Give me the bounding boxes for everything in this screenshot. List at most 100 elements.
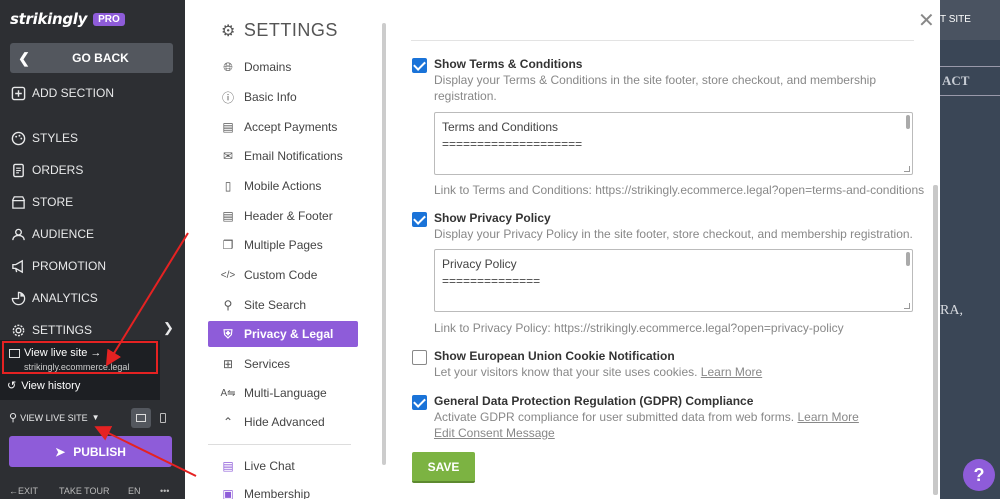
sidebar-item-label: STORE — [32, 195, 74, 209]
sidebar-item-orders[interactable]: ORDERS — [10, 160, 83, 180]
textarea-line: Terms and Conditions — [442, 120, 559, 134]
nav-item-accept-payments[interactable]: ▤ Accept Payments — [208, 114, 358, 140]
gdpr-learn-more-link[interactable]: Learn More — [797, 410, 858, 424]
nav-item-label: Header & Footer — [244, 209, 333, 223]
window-icon — [9, 349, 20, 358]
view-live-site-dropdown[interactable]: ⚲ VIEW LIVE SITE ▼ — [9, 411, 100, 424]
sidebar-item-label: ANALYTICS — [32, 291, 98, 305]
terms-link: Link to Terms and Conditions: https://st… — [434, 183, 925, 197]
exit-button[interactable]: ← EXIT — [9, 486, 38, 496]
gdpr-checkbox[interactable] — [412, 395, 427, 410]
language-icon: A⇋ — [220, 387, 236, 399]
sidebar-item-audience[interactable]: AUDIENCE — [10, 224, 94, 244]
view-live-popup: View live site → strikingly.ecommerce.le… — [0, 340, 160, 400]
language-button[interactable]: EN — [128, 486, 141, 496]
cookie-desc-text: Let your visitors know that your site us… — [434, 365, 698, 379]
nav-item-label: Hide Advanced — [244, 415, 325, 429]
terms-checkbox[interactable] — [412, 58, 427, 73]
view-history-link[interactable]: ↺ View history — [7, 379, 80, 393]
sidebar-item-analytics[interactable]: ANALYTICS — [10, 288, 98, 308]
gdpr-description: Activate GDPR compliance for user submit… — [434, 409, 924, 441]
terms-textarea[interactable]: Terms and Conditions ===================… — [434, 112, 913, 175]
nav-item-membership[interactable]: ▣ Membership — [208, 481, 358, 499]
textarea-line: ============== — [442, 274, 541, 288]
divider — [411, 40, 914, 41]
save-button[interactable]: SAVE — [412, 452, 475, 483]
store-icon — [10, 194, 26, 210]
privacy-checkbox[interactable] — [412, 212, 427, 227]
nav-item-label: Privacy & Legal — [244, 327, 334, 341]
textarea-line: ==================== — [442, 137, 583, 151]
content-scrollbar[interactable] — [933, 185, 938, 495]
mobile-preview-button[interactable] — [153, 408, 173, 428]
search-icon: ⚲ — [223, 298, 233, 312]
sidebar-item-styles[interactable]: STYLES — [10, 128, 78, 148]
nav-item-email-notifications[interactable]: ✉ Email Notifications — [208, 143, 358, 169]
brand: strikingly PRO — [10, 10, 125, 28]
edit-consent-link[interactable]: Edit Consent Message — [434, 426, 555, 440]
nav-item-privacy-legal[interactable]: ⛨ Privacy & Legal — [208, 321, 358, 347]
go-back-button[interactable]: ❮ GO BACK — [10, 43, 173, 73]
sidebar-footer: ← EXIT TAKE TOUR EN ••• — [0, 482, 185, 499]
caret-down-icon: ▼ — [91, 413, 100, 422]
close-icon[interactable]: ✕ — [918, 8, 935, 33]
resize-handle[interactable] — [904, 303, 910, 309]
sidebar-item-label: STYLES — [32, 131, 79, 145]
textarea-scrollbar[interactable] — [906, 252, 910, 266]
publish-label: PUBLISH — [73, 444, 126, 459]
chat-icon: ▤ — [222, 459, 234, 473]
nav-item-label: Services — [244, 357, 291, 371]
more-button[interactable]: ••• — [160, 486, 169, 496]
nav-item-label: Basic Info — [244, 90, 297, 104]
pro-badge: PRO — [93, 12, 125, 26]
sidebar-item-settings[interactable]: SETTINGS — [10, 320, 92, 340]
nav-item-basic-info[interactable]: ⓘ Basic Info — [208, 84, 358, 110]
header-footer-icon: ▤ — [222, 209, 234, 223]
membership-icon: ▣ — [222, 487, 234, 499]
view-live-site-link[interactable]: View live site → strikingly.ecommerce.le… — [2, 341, 158, 374]
terms-description: Display your Terms & Conditions in the s… — [434, 73, 876, 103]
nav-item-label: Site Search — [244, 298, 307, 312]
sidebar-item-promotion[interactable]: PROMOTION — [10, 256, 106, 276]
add-section-button[interactable]: ADD SECTION — [10, 83, 114, 103]
resize-handle[interactable] — [904, 166, 910, 172]
site-preview: T SITE ACT RA, — [940, 0, 1000, 499]
nav-item-multi-language[interactable]: A⇋ Multi-Language — [208, 380, 358, 406]
nav-item-site-search[interactable]: ⚲ Site Search — [208, 292, 358, 318]
nav-scrollbar[interactable] — [382, 23, 386, 465]
take-tour-button[interactable]: TAKE TOUR — [59, 486, 110, 496]
privacy-description: Display your Privacy Policy in the site … — [434, 227, 913, 241]
nav-item-custom-code[interactable]: </> Custom Code — [208, 262, 358, 288]
nav-item-hide-advanced[interactable]: ⌃ Hide Advanced — [208, 409, 358, 435]
privacy-link: Link to Privacy Policy: https://striking… — [434, 321, 844, 335]
pages-icon: ❐ — [222, 238, 234, 252]
privacy-textarea[interactable]: Privacy Policy ============== — [434, 249, 913, 312]
megaphone-icon — [10, 258, 26, 274]
view-live-site-label: View live site → — [24, 347, 102, 359]
publish-button[interactable]: ➤ PUBLISH — [9, 436, 172, 467]
help-button[interactable]: ? — [963, 459, 995, 491]
email-icon: ✉ — [222, 149, 234, 163]
nav-item-multiple-pages[interactable]: ❐ Multiple Pages — [208, 232, 358, 258]
nav-item-label: Accept Payments — [244, 120, 338, 134]
sidebar-item-label: SETTINGS — [32, 323, 93, 337]
rocket-icon: ➤ — [55, 444, 66, 459]
gear-icon — [10, 322, 26, 338]
terms-title: Show Terms & Conditions — [434, 57, 583, 71]
nav-item-services[interactable]: ⊞ Services — [208, 351, 358, 377]
cookie-checkbox[interactable] — [412, 350, 427, 365]
nav-item-mobile-actions[interactable]: ▯ Mobile Actions — [208, 173, 358, 199]
sidebar-item-store[interactable]: STORE — [10, 192, 73, 212]
nav-item-label: Live Chat — [244, 459, 295, 473]
nav-item-live-chat[interactable]: ▤ Live Chat — [208, 453, 358, 479]
cookie-description: Let your visitors know that your site us… — [434, 364, 924, 380]
mobile-icon — [160, 413, 166, 423]
go-back-label: GO BACK — [72, 51, 129, 65]
desktop-preview-button[interactable] — [131, 408, 151, 428]
cookie-learn-more-link[interactable]: Learn More — [701, 365, 762, 379]
gear-icon: ⚙ — [221, 22, 236, 40]
nav-item-domains[interactable]: 🌐︎ Domains — [208, 54, 358, 80]
textarea-scrollbar[interactable] — [906, 115, 910, 129]
nav-item-label: Membership — [244, 487, 311, 499]
nav-item-header-footer[interactable]: ▤ Header & Footer — [208, 203, 358, 229]
